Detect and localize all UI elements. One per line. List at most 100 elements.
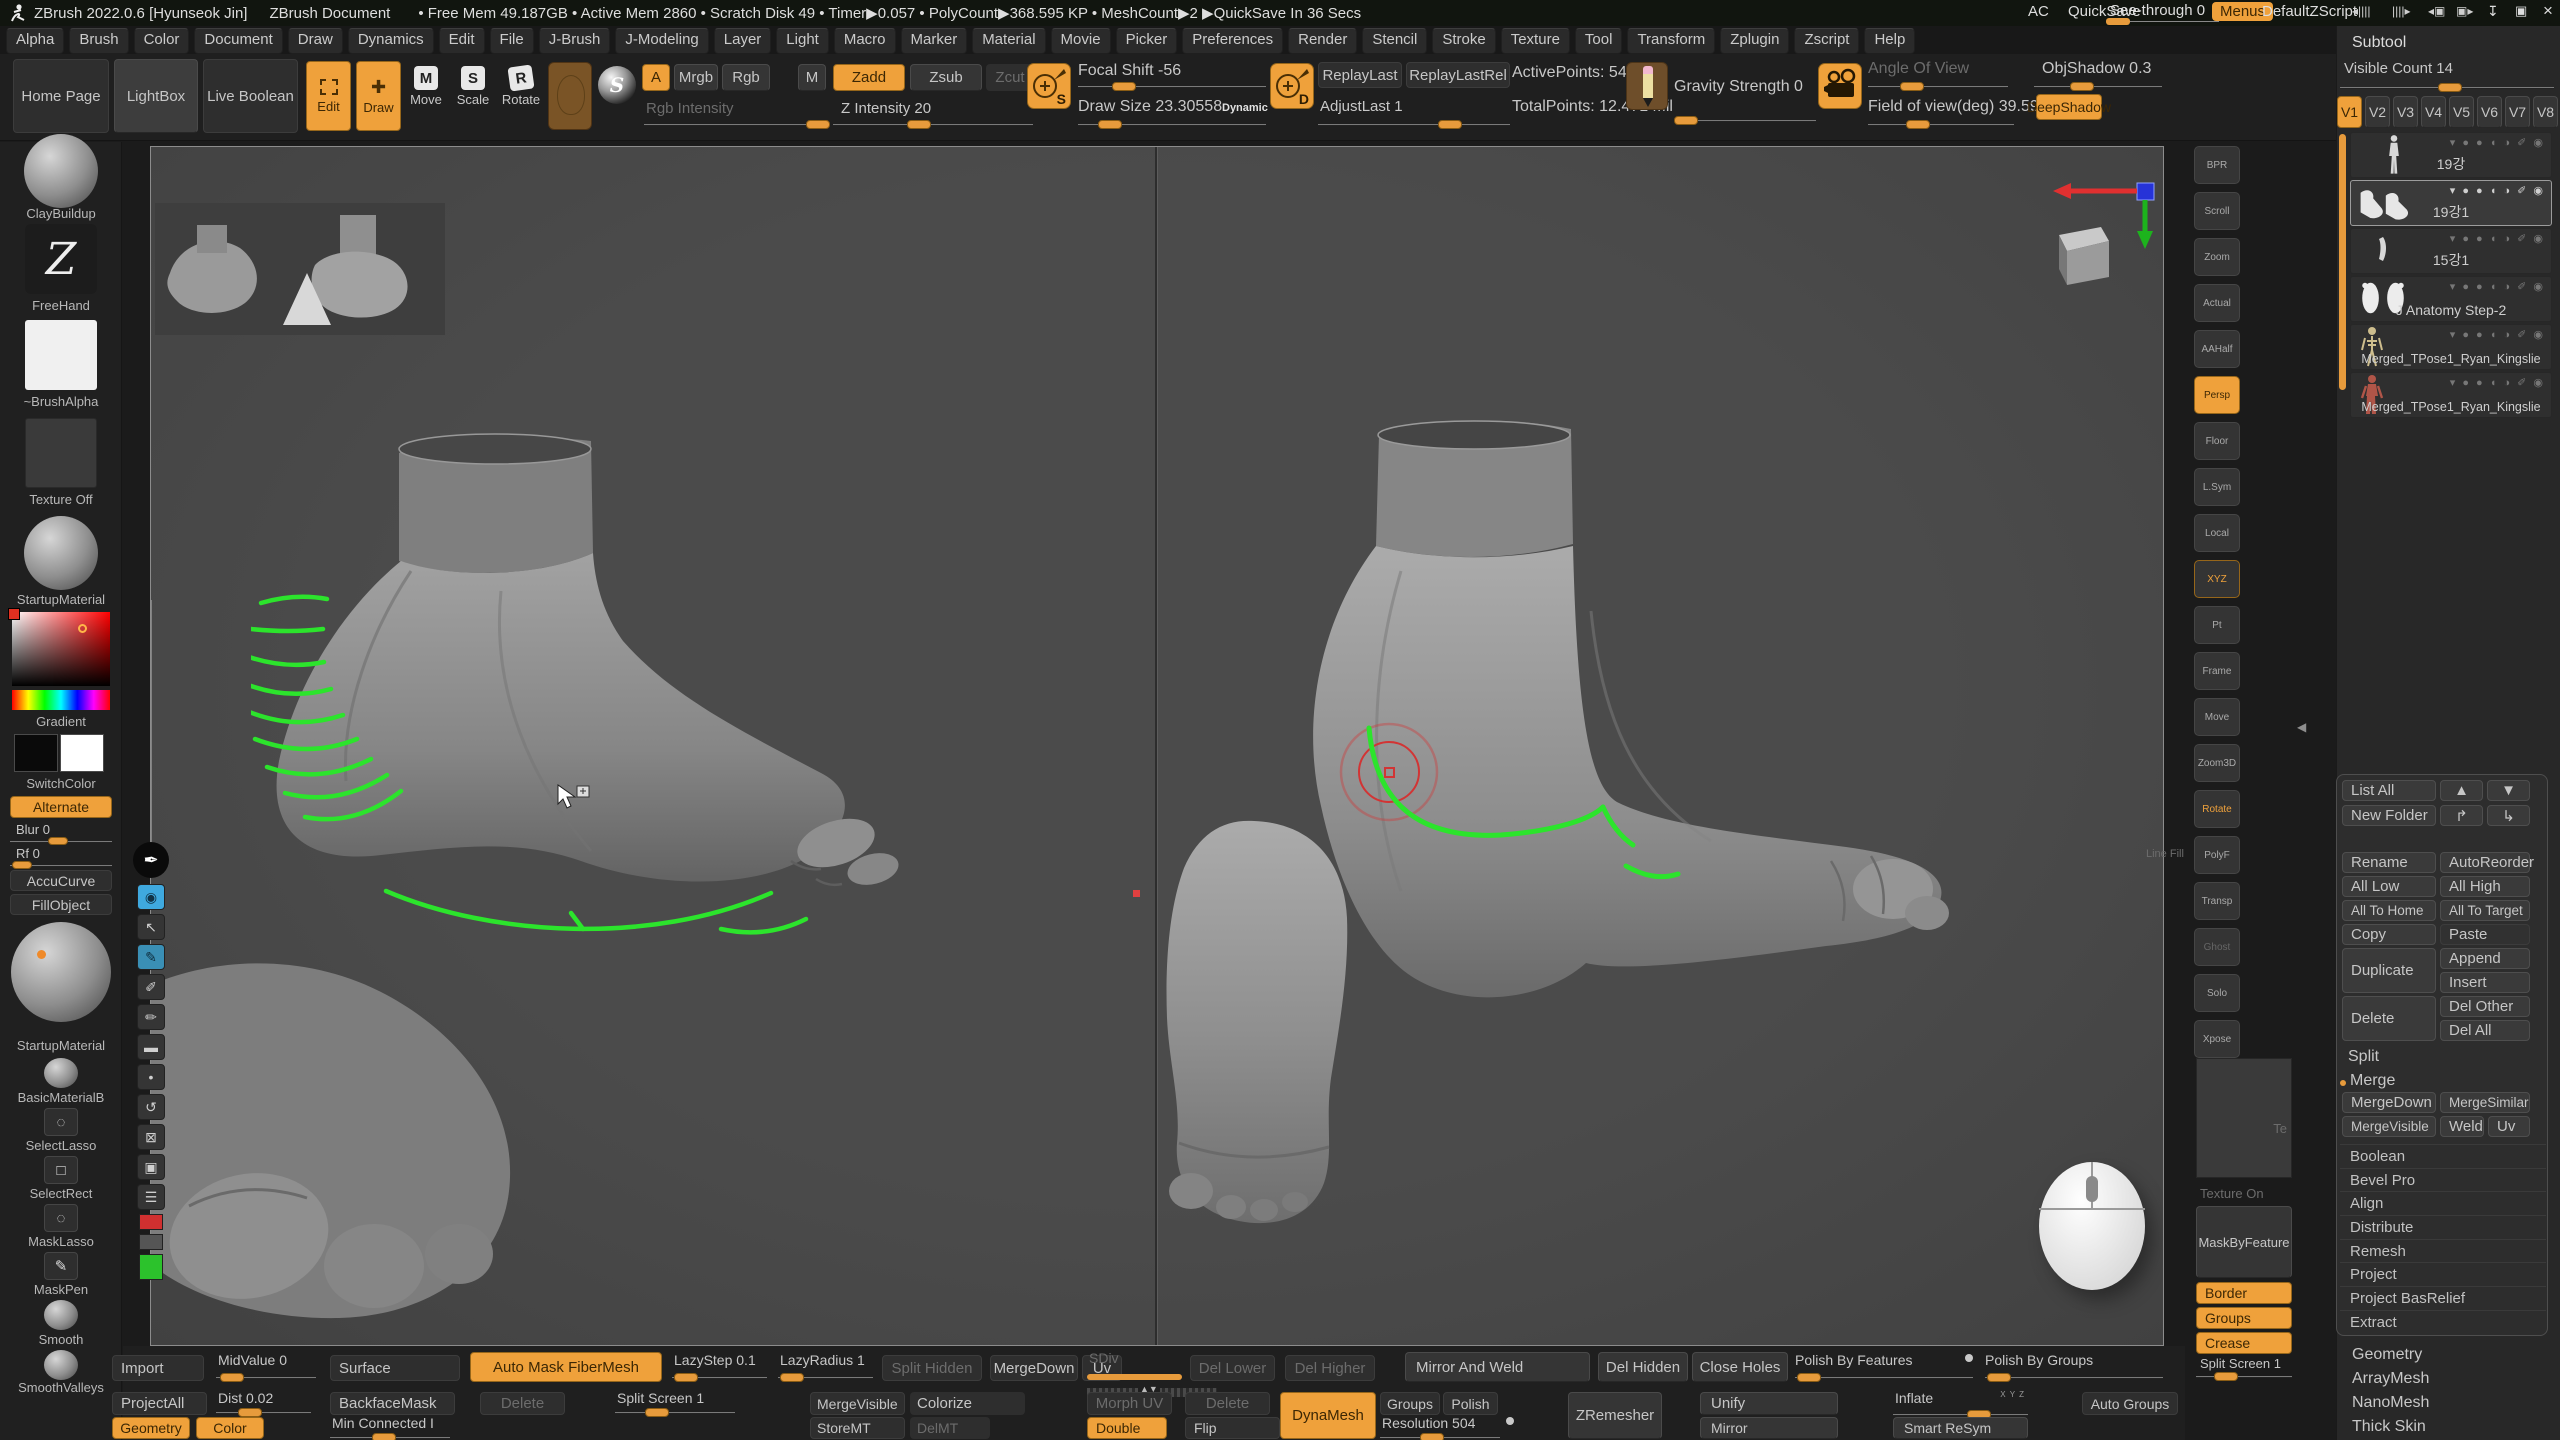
alternate-button[interactable]: Alternate <box>10 796 112 818</box>
subtool-item-icons[interactable]: ▾ ● ● ◖ ◑ ✐ ◉ <box>2450 136 2545 149</box>
subtool-item-icons[interactable]: ▾ ● ● ◖ ◑ ✐ ◉ <box>2450 376 2545 389</box>
merge-visible-button[interactable]: MergeVisible <box>2342 1116 2436 1137</box>
polish-by-groups-slider[interactable]: Polish By Groups <box>1985 1352 2163 1382</box>
close-holes-button[interactable]: Close Holes <box>1692 1352 1788 1382</box>
current-material-sphere[interactable]: S <box>598 66 636 104</box>
auto-groups-button[interactable]: Auto Groups <box>2082 1392 2178 1415</box>
menu-picker[interactable]: Picker <box>1116 28 1178 54</box>
ac-button[interactable]: AC <box>2028 3 2049 20</box>
visible-count-slider[interactable]: Visible Count 14 <box>2340 58 2554 92</box>
menu-macro[interactable]: Macro <box>834 28 896 54</box>
nanomesh-section[interactable]: NanoMesh <box>2352 1394 2429 1412</box>
project-basrelief-row[interactable]: Project BasRelief <box>2340 1286 2546 1309</box>
del-hidden-button[interactable]: Del Hidden <box>1598 1352 1688 1382</box>
default-zscript-button[interactable]: DefaultZScript <box>2262 3 2357 20</box>
menu-marker[interactable]: Marker <box>901 28 968 54</box>
camera-icon-button[interactable] <box>1818 63 1862 109</box>
thickskin-section[interactable]: Thick Skin <box>2352 1418 2426 1436</box>
delete-trash-icon[interactable]: ⊠ <box>137 1124 165 1150</box>
cursor-tool-icon[interactable]: ↖ <box>137 914 165 940</box>
green-color-chip[interactable] <box>139 1254 163 1280</box>
tab-v7[interactable]: V7 <box>2505 96 2530 128</box>
lsym-button[interactable]: L.Sym <box>2194 468 2240 506</box>
append-button[interactable]: Append <box>2440 948 2530 969</box>
list-icon[interactable]: ☰ <box>137 1184 165 1210</box>
auto-mask-fibermesh-button[interactable]: Auto Mask FiberMesh <box>470 1352 662 1382</box>
import-button[interactable]: Import <box>112 1355 204 1381</box>
subtool-title[interactable]: Subtool <box>2352 34 2406 52</box>
stroke-icon-button[interactable]: S <box>1027 63 1071 109</box>
z-intensity-slider[interactable]: Z Intensity 20 <box>833 98 1033 130</box>
arraymesh-section[interactable]: ArrayMesh <box>2352 1370 2429 1388</box>
current-material-thumbnail[interactable] <box>24 516 98 590</box>
edit-button[interactable]: Edit <box>306 61 351 131</box>
subtool-item-1[interactable]: ▾ ● ● ◖ ◑ ✐ ◉ 19강 <box>2350 132 2552 178</box>
zremesher-button[interactable]: ZRemesher <box>1568 1392 1662 1439</box>
split-hidden-button[interactable]: Split Hidden <box>882 1355 982 1381</box>
color-a-toggle[interactable]: A <box>642 64 670 91</box>
flip-button[interactable]: Flip <box>1185 1417 1280 1439</box>
replay-icon-button[interactable]: D <box>1270 63 1314 109</box>
scale-button[interactable]: S Scale <box>452 66 494 107</box>
remesh-row[interactable]: Remesh <box>2340 1239 2546 1262</box>
marker-tool-icon[interactable]: ✏ <box>137 1004 165 1030</box>
mask-pen-icon[interactable]: ✎ <box>44 1252 78 1280</box>
mergedown-bottom-button[interactable]: MergeDown <box>990 1355 1078 1381</box>
border-button[interactable]: Border <box>2196 1282 2292 1304</box>
bevel-pro-row[interactable]: Bevel Pro <box>2340 1168 2546 1191</box>
pt-button[interactable]: Pt <box>2194 606 2240 644</box>
geometry-button[interactable]: Geometry <box>112 1417 190 1439</box>
select-rect-icon[interactable]: □ <box>44 1156 78 1184</box>
subtool-item-3[interactable]: ▾ ● ● ◖ ◑ ✐ ◉ 15강1 <box>2350 228 2552 274</box>
secondary-color-chip[interactable] <box>8 608 20 620</box>
new-folder-button[interactable]: New Folder <box>2342 805 2436 826</box>
copy-button[interactable]: Copy <box>2342 924 2436 945</box>
tab-v4[interactable]: V4 <box>2421 96 2446 128</box>
frame-button[interactable]: Frame <box>2194 652 2240 690</box>
subtool-item-icons[interactable]: ▾ ● ● ◖ ◑ ✐ ◉ <box>2450 280 2545 293</box>
delete-button[interactable]: Delete <box>2342 996 2436 1041</box>
insert-button[interactable]: Insert <box>2440 972 2530 993</box>
left-foot-model[interactable] <box>251 431 931 991</box>
local-button[interactable]: Local <box>2194 514 2240 552</box>
menu-help[interactable]: Help <box>1864 28 1915 54</box>
subtool-up-button[interactable]: ▲ <box>2440 780 2483 801</box>
dynamesh-button[interactable]: DynaMesh <box>1280 1392 1376 1439</box>
morph-uv-button[interactable]: Morph UV <box>1087 1392 1172 1415</box>
del-higher-button[interactable]: Del Higher <box>1285 1355 1375 1381</box>
lazystep-slider[interactable]: LazyStep 0.1 <box>672 1352 767 1382</box>
canvas-document[interactable] <box>150 146 2164 1346</box>
gravity-pencil-icon[interactable] <box>1626 62 1668 110</box>
current-texture-thumbnail[interactable] <box>25 418 97 488</box>
current-stroke-thumbnail[interactable]: Z <box>25 224 97 294</box>
uv-button[interactable]: Uv <box>2488 1116 2530 1137</box>
fillobject-button[interactable]: FillObject <box>10 894 112 915</box>
close-button[interactable]: × <box>2543 1 2553 21</box>
persp-button[interactable]: Persp <box>2194 376 2240 414</box>
red-color-chip[interactable] <box>139 1214 163 1230</box>
obj-shadow-slider[interactable]: ObjShadow 0.3 <box>2034 60 2162 90</box>
subtool-item-2-selected[interactable]: ▾ ● ● ◖ ◑ ✐ ◉ 19강1 <box>2350 180 2552 226</box>
xyz-button[interactable]: XYZ <box>2194 560 2240 598</box>
axis-gizmo[interactable] <box>2049 175 2161 293</box>
del-all-button[interactable]: Del All <box>2440 1020 2530 1041</box>
subtool-item-icons[interactable]: ▾ ● ● ◖ ◑ ✐ ◉ <box>2450 328 2545 341</box>
subtool-down-button[interactable]: ▼ <box>2487 780 2530 801</box>
tool-preview-panel[interactable] <box>155 203 445 335</box>
split-section-header[interactable]: Split <box>2348 1048 2379 1066</box>
rename-button[interactable]: Rename <box>2342 852 2436 873</box>
deep-shadow-button[interactable]: DeepShadow <box>2036 94 2102 120</box>
menu-stroke[interactable]: Stroke <box>1432 28 1495 54</box>
material-b-thumbnail[interactable] <box>44 1058 78 1088</box>
menu-file[interactable]: File <box>490 28 534 54</box>
menu-texture[interactable]: Texture <box>1501 28 1570 54</box>
menu-layer[interactable]: Layer <box>714 28 772 54</box>
surface-button[interactable]: Surface <box>330 1355 460 1381</box>
menu-material[interactable]: Material <box>972 28 1045 54</box>
scroll-button[interactable]: Scroll <box>2194 192 2240 230</box>
rgb-intensity-slider[interactable]: Rgb Intensity <box>644 98 830 130</box>
polish-by-features-slider[interactable]: Polish By Features <box>1795 1352 1973 1382</box>
subtool-item-icons[interactable]: ▾ ● ● ◖ ◑ ✐ ◉ <box>2450 232 2545 245</box>
actual-button[interactable]: Actual <box>2194 284 2240 322</box>
rf-slider[interactable]: Rf 0 <box>10 846 112 868</box>
